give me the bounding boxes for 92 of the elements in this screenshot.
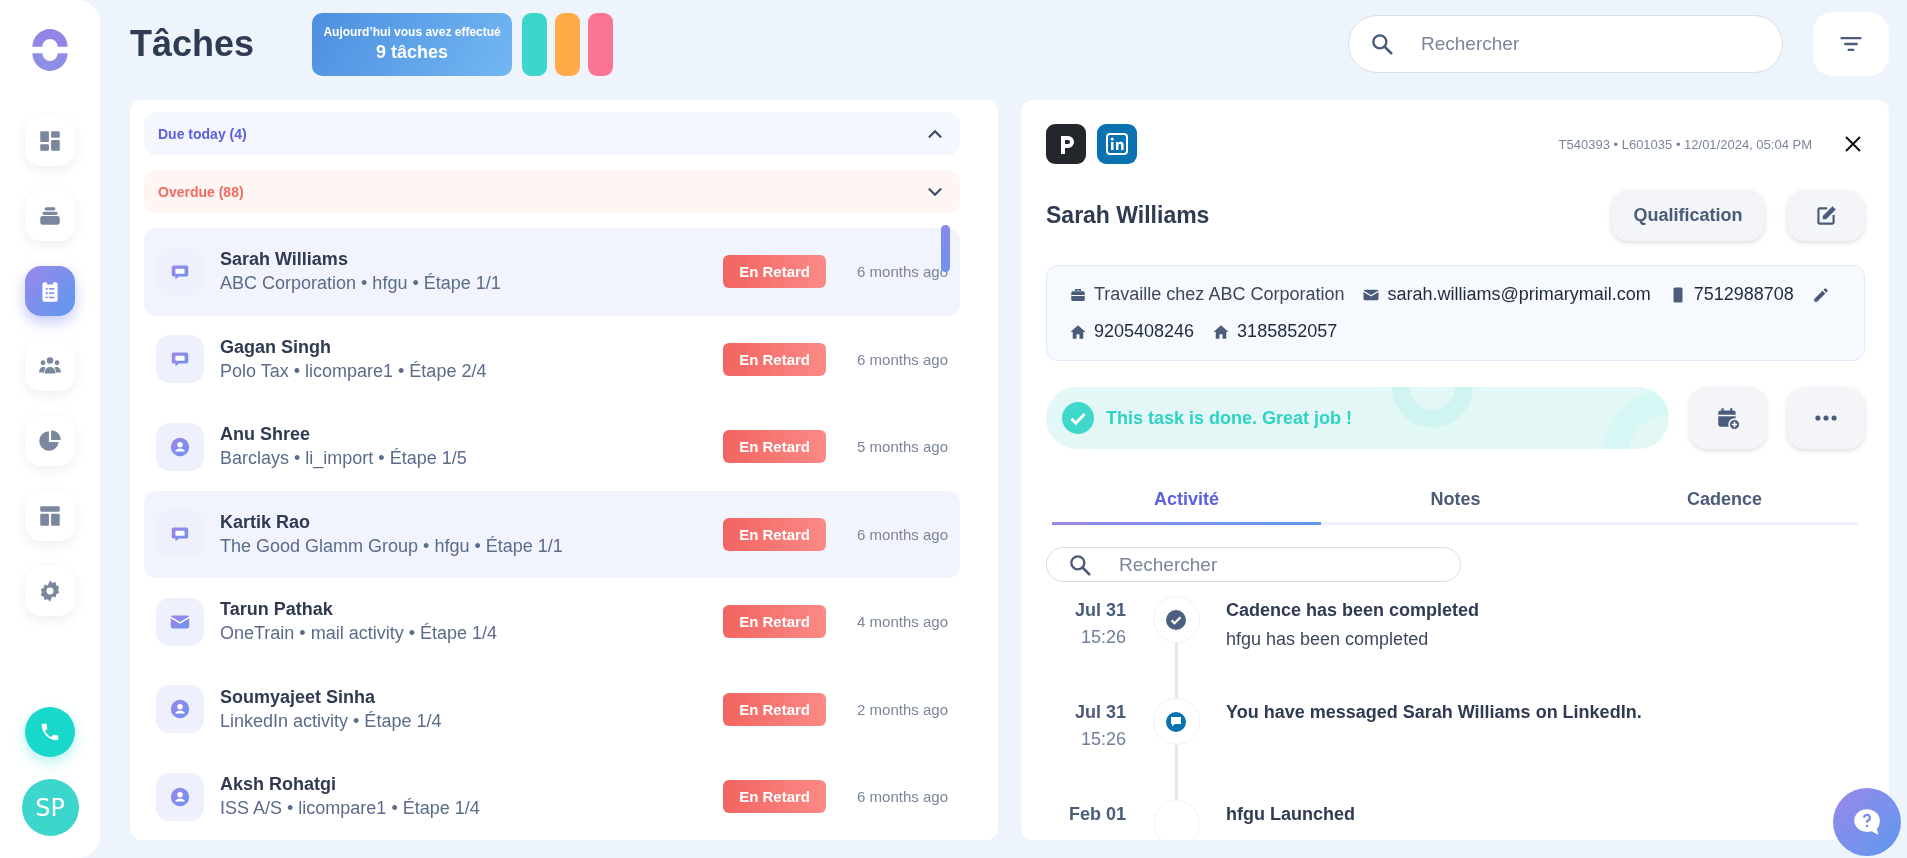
task-details: Barclays • li_import • Étape 1/5 <box>220 448 468 470</box>
contact-info: 7512988708 <box>1693 284 1794 305</box>
status-badge: En Retard <box>723 255 826 289</box>
event-title: Cadence has been completed <box>1226 600 1481 621</box>
group-label: Overdue (88) <box>158 183 245 200</box>
event-time: 15:26 <box>1079 729 1126 750</box>
search-icon <box>1369 31 1395 57</box>
contact-name: Kartik Rao <box>220 511 312 533</box>
status-badge: En Retard <box>723 430 826 464</box>
task-row[interactable]: Anu Shree Barclays • li_import • Étape 1/5 En Retard 5 months ago <box>144 403 960 491</box>
tab[interactable]: Cadence <box>1590 479 1859 525</box>
contact-name: Sarah Williams <box>220 249 349 271</box>
nav-button[interactable] <box>25 266 75 316</box>
more-icon <box>1815 415 1837 421</box>
contact-info: Travaille chez ABC Corporation <box>1094 284 1345 305</box>
task-row[interactable]: Gagan Singh Polo Tax • licompare1 • Étape 2/4 En Retard 6 months ago <box>144 315 960 403</box>
task-details: OneTrain • mail activity • Étape 1/4 <box>220 623 499 645</box>
group-header[interactable]: Due today (4) <box>144 112 960 155</box>
person-icon <box>169 435 191 458</box>
nav-button[interactable] <box>25 416 75 466</box>
event-title: hfgu Launched <box>1226 804 1356 825</box>
event-date: Jul 31 <box>1073 600 1126 621</box>
contact-name: Tarun Pathak <box>220 599 334 621</box>
task-time: 6 months ago <box>856 788 948 806</box>
event-date: Feb 01 <box>1067 804 1126 825</box>
layout-icon <box>37 503 63 529</box>
app-logo-icon <box>1046 124 1086 164</box>
summary-count: 9 tâches <box>376 42 449 63</box>
event-time: 15:26 <box>1079 627 1126 648</box>
task-row[interactable]: Kartik Rao The Good Glamm Group • hfgu • Étape 1/1 En Retard 6 months ago <box>144 490 960 578</box>
summary-label: Aujourd’hui vous avez effectué <box>323 25 501 39</box>
qualification-button[interactable]: Qualification <box>1611 190 1765 241</box>
tab[interactable]: Activité <box>1052 479 1321 525</box>
pie-chart-icon <box>37 428 63 454</box>
contact-name: Sarah Williams <box>1046 202 1210 229</box>
search-input[interactable]: Rechercher <box>1117 552 1440 577</box>
status-badge: En Retard <box>723 342 826 376</box>
contact-name: Soumyajeet Sinha <box>220 686 377 708</box>
contact-name: Anu Shree <box>220 424 312 446</box>
page-title: Tâches <box>130 23 255 65</box>
tab[interactable]: Notes <box>1321 479 1590 525</box>
contact-info: 3185852057 <box>1237 321 1338 342</box>
status-badge: En Retard <box>723 692 826 726</box>
task-details: ISS A/S • licompare1 • Étape 1/4 <box>220 798 481 820</box>
status-badge: En Retard <box>723 780 826 814</box>
edit-button[interactable] <box>1787 190 1865 241</box>
nav-button[interactable] <box>25 566 75 616</box>
search-field[interactable]: Rechercher <box>1348 15 1783 73</box>
contact-name: Aksh Rohatgi <box>220 774 337 796</box>
task-time: 6 months ago <box>856 525 948 543</box>
status-badge: En Retard <box>723 517 826 551</box>
search-input[interactable]: Rechercher <box>1419 32 1762 56</box>
task-details: ABC Corporation • hfgu • Étape 1/1 <box>220 273 502 295</box>
nav-button[interactable] <box>25 341 75 391</box>
person-icon <box>169 785 191 808</box>
task-row[interactable]: Soumyajeet Sinha LinkedIn activity • Étape 1/4 En Retard 2 months ago <box>144 665 960 753</box>
nav-button[interactable] <box>25 116 75 166</box>
contact-info: sarah.williams@primarymail.com <box>1387 284 1651 305</box>
task-meta: T540393 • L601035 • 12/01/2024, 05:04 PM <box>1558 136 1812 152</box>
phone-icon <box>39 721 61 743</box>
contact-info: 9205408246 <box>1094 321 1195 342</box>
status-badge: En Retard <box>723 605 826 639</box>
status-message: This task is done. Great job ! <box>1106 407 1353 429</box>
task-time: 5 months ago <box>856 438 948 456</box>
check-circle-icon <box>1164 607 1188 632</box>
nav-button[interactable] <box>25 491 75 541</box>
task-row[interactable]: Aksh Rohatgi ISS A/S • licompare1 • Étape 1/4 En Retard 6 months ago <box>144 753 960 840</box>
contact-name: Gagan Singh <box>220 336 332 358</box>
schedule-button[interactable] <box>1689 387 1767 449</box>
task-time: 4 months ago <box>856 613 948 631</box>
event-text: hfgu has been completed <box>1226 629 1430 650</box>
task-row[interactable]: Tarun Pathak OneTrain • mail activity • Étape 1/4 En Retard 4 months ago <box>144 578 960 666</box>
event-date: Jul 31 <box>1073 702 1126 723</box>
search-field[interactable]: Rechercher <box>1046 547 1461 582</box>
linkedin-icon <box>1097 124 1137 164</box>
color-tab[interactable] <box>555 12 581 76</box>
color-tab[interactable] <box>522 12 548 76</box>
pencil-icon <box>1811 285 1830 304</box>
event-title: You have messaged Sarah Williams on LinkedIn. <box>1226 702 1643 723</box>
nav-button[interactable] <box>25 191 75 241</box>
task-details: LinkedIn activity • Étape 1/4 <box>220 710 443 732</box>
task-time: 2 months ago <box>856 700 948 718</box>
task-details: The Good Glamm Group • hfgu • Étape 1/1 <box>220 535 564 557</box>
chat-icon <box>1164 709 1188 734</box>
task-details: Polo Tax • licompare1 • Étape 2/4 <box>220 360 488 382</box>
calendar-plus-icon <box>1715 405 1741 431</box>
group-label: Due today (4) <box>158 125 248 142</box>
task-time: 6 months ago <box>856 350 948 368</box>
color-tab[interactable] <box>588 12 614 76</box>
check-circle-icon <box>1062 402 1094 434</box>
person-icon <box>169 698 191 721</box>
dashboard-icon <box>37 128 63 154</box>
